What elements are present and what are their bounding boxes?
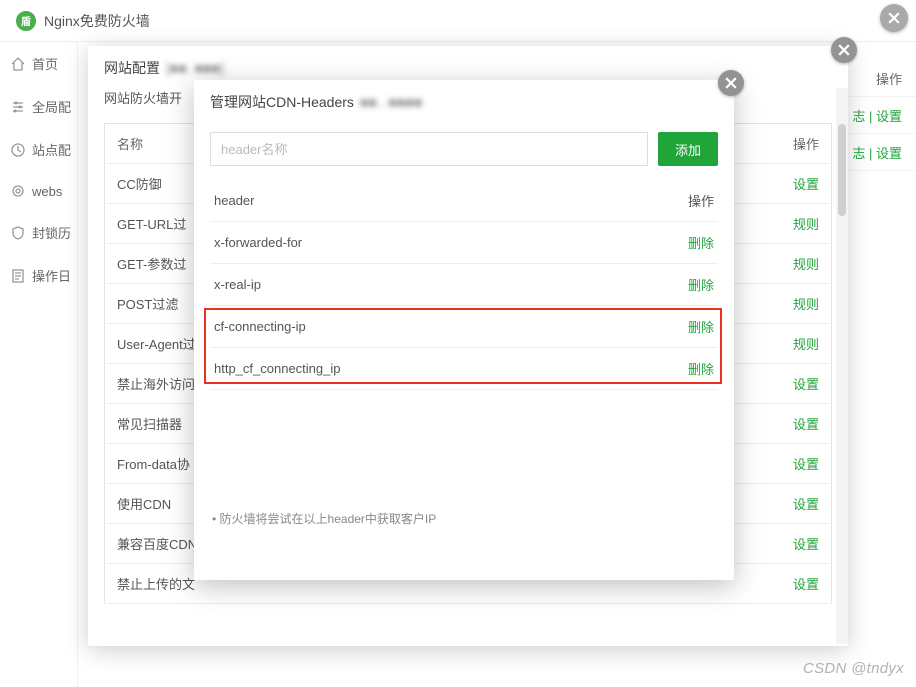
rule-action-link[interactable]: 规则 [793,257,819,272]
sidebar-item-label: 全局配 [32,97,71,116]
headers-table: header 操作 x-forwarded-for删除x-real-ip删除cf… [210,180,718,390]
rule-action-link[interactable]: 规则 [793,337,819,352]
rule-action-link[interactable]: 设置 [793,457,819,472]
close-icon [888,12,900,24]
footer-note: 防火墙将尝试在以上header中获取客户IP [210,510,718,527]
cdn-headers-modal: 管理网站CDN-Headers ■■.. ■■■■ 添加 header 操作 x… [194,80,734,580]
modal-title-text: 网站配置 [104,58,160,78]
delete-link[interactable]: 删除 [688,362,714,377]
close-icon [725,77,737,89]
table-row: cf-connecting-ip 删除 [210,306,718,348]
sidebar-item-home[interactable]: 首页 [0,42,77,85]
header-name: x-forwarded-for [210,222,615,264]
sidebar-item-site[interactable]: 站点配 [0,128,77,171]
header-name-input[interactable] [210,132,648,166]
sliders-icon [10,99,26,115]
modal-close-button[interactable] [831,37,857,63]
delete-link[interactable]: 删除 [688,278,714,293]
bg-col-row[interactable]: 志 | 设置 [846,97,916,134]
watermark: CSDN @tndyx [803,660,904,677]
col-header-header: header [210,180,615,222]
bg-col-header: 操作 [846,60,916,97]
app-logo-icon: 盾 [16,11,36,31]
header-name: x-real-ip [210,264,615,306]
modal-title-domain: [■■. ■■■] [166,60,224,76]
scrollbar-thumb[interactable] [838,124,846,216]
sidebar-item-log[interactable]: 操作日 [0,254,77,297]
delete-link[interactable]: 删除 [688,320,714,335]
rule-action-link[interactable]: 设置 [793,577,819,592]
rule-action-link[interactable]: 设置 [793,537,819,552]
header-name: http_cf_connecting_ip [210,348,615,390]
sidebar-item-label: 首页 [32,54,58,73]
rule-action-link[interactable]: 设置 [793,497,819,512]
modal-title-text: 管理网站CDN-Headers [210,92,354,112]
table-row: x-forwarded-for 删除 [210,222,718,264]
header-name: cf-connecting-ip [210,306,615,348]
clock-icon [10,142,26,158]
sidebar-item-label: 封锁历 [32,223,71,242]
sidebar-item-global[interactable]: 全局配 [0,85,77,128]
home-icon [10,56,26,72]
col-action-header: 操作 [615,180,718,222]
rule-action-link[interactable]: 设置 [793,377,819,392]
shield-icon [10,225,26,241]
modal-title-domain: ■■.. ■■■■ [360,94,422,110]
title-bar: 盾 Nginx免费防火墙 [0,0,916,42]
list-icon [10,268,26,284]
rule-action-link[interactable]: 设置 [793,177,819,192]
sidebar-item-block[interactable]: 封锁历 [0,211,77,254]
rule-action-link[interactable]: 规则 [793,217,819,232]
gear-icon [10,183,26,199]
close-icon [838,44,850,56]
sidebar-item-webs[interactable]: webs [0,171,77,211]
col-action-header: 操作 [762,124,832,164]
sidebar-item-label: 站点配 [32,140,71,159]
table-row: http_cf_connecting_ip 删除 [210,348,718,390]
rule-action-link[interactable]: 规则 [793,297,819,312]
background-action-column: 操作 志 | 设置 志 | 设置 [846,60,916,171]
app-close-button[interactable] [880,4,908,32]
rule-action-link[interactable]: 设置 [793,417,819,432]
add-header-row: 添加 [210,132,718,166]
bg-col-row[interactable]: 志 | 设置 [846,134,916,171]
sidebar-item-label: 操作日 [32,266,71,285]
firewall-switch-label: 网站防火墙开 [104,88,182,107]
app-title: Nginx免费防火墙 [44,11,150,31]
sidebar: 首页 全局配 站点配 webs 封锁历 操作日 [0,42,78,687]
modal-title: 管理网站CDN-Headers ■■.. ■■■■ [194,80,734,122]
add-button[interactable]: 添加 [658,132,718,166]
delete-link[interactable]: 删除 [688,236,714,251]
table-row: x-real-ip 删除 [210,264,718,306]
modal-close-button[interactable] [718,70,744,96]
sidebar-item-label: webs [32,184,62,199]
